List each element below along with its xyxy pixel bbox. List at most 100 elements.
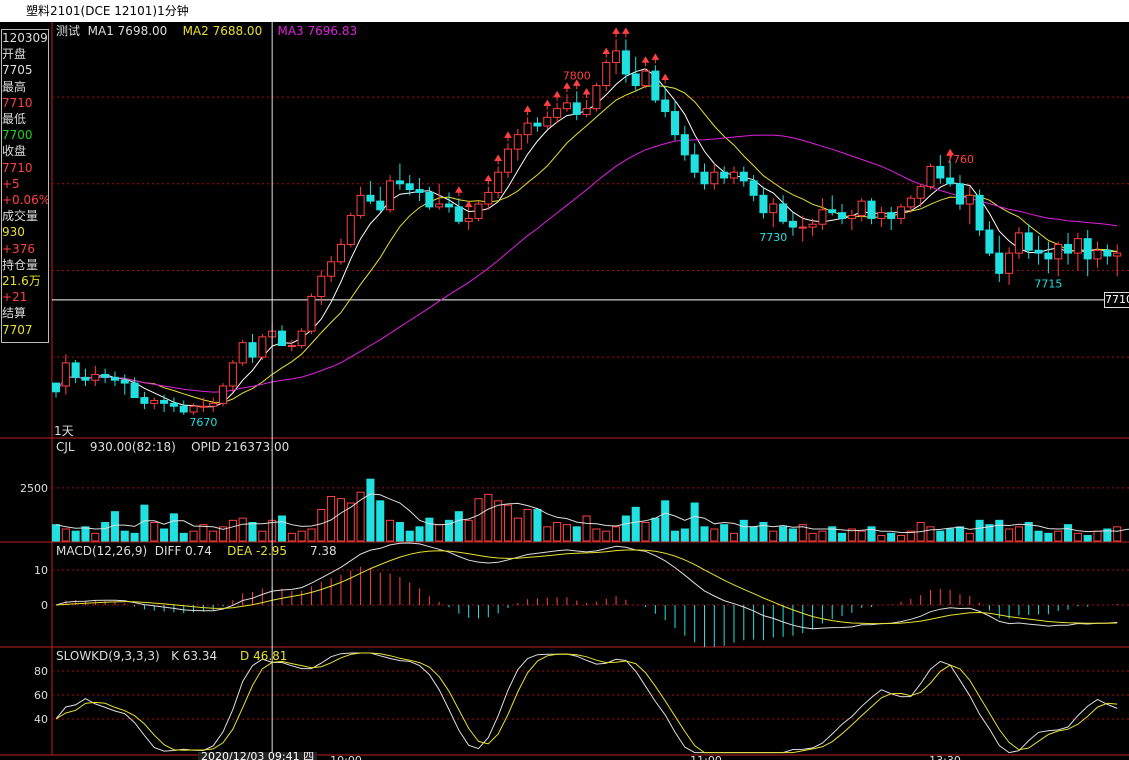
volume-bar [572,526,581,542]
volume-bar [788,528,797,542]
settle-value: 7707 [2,322,33,337]
candle-body [435,203,444,208]
volume-bar [729,532,739,542]
volume-bar [287,532,296,542]
macd-tick-label: 0 [41,599,48,612]
change-value: +5 [2,176,20,191]
chart-canvas[interactable]: 25001008060407800776077307715767010:0011… [0,0,1129,760]
close-label: 收盘 [2,144,27,159]
candle-body [602,61,611,87]
volume-bar [562,524,571,542]
candle-body [454,206,463,222]
oi-label: 持仓量 [2,257,39,272]
signal-arrow-icon [553,90,561,101]
volume-bar [405,530,414,542]
volume-bar [61,528,70,542]
price-annotation: 7800 [563,69,591,82]
volume-bar [1064,524,1073,542]
candle-body [503,148,513,173]
volume-bar [670,530,680,542]
volume-bar [946,528,955,542]
kd-indicator-name: SLOWKD(9,3,3,3) [56,649,160,663]
candle-body [91,373,100,381]
candle-body [1113,252,1122,257]
volume-bar [631,506,640,542]
candle-body [857,200,866,217]
candle-body [749,180,758,196]
volume-bar [582,515,591,542]
candle-body [336,243,345,263]
candle-body [985,229,994,254]
low-label: 最低 [2,112,27,127]
candle-body [356,194,365,217]
candle-body [926,165,935,188]
volume-bar [1073,532,1082,542]
candle-body [218,385,228,404]
volume-bar [238,517,247,542]
volume-bar [523,509,532,542]
candle-body [965,194,974,205]
candle-body [297,330,306,347]
candle-body [808,223,817,228]
candle-body [896,206,906,219]
kd-k-value: K 63.34 [171,649,218,663]
volume-bar [513,517,522,542]
kd-header: SLOWKD(9,3,3,3) K 63.34 D 46.81 [56,649,287,663]
volume-tick-label: 2500 [20,482,48,495]
volume-bar [1034,530,1043,542]
current-price-tag: 7710 [1104,292,1129,308]
signal-arrow-icon [464,200,473,211]
low-value: 7700 [2,128,33,143]
volume-bar [386,519,395,542]
volume-bar [258,530,267,542]
candle-body [238,342,247,364]
candle-body [415,189,424,193]
volume-bar [995,519,1004,542]
macd-dea-line [55,549,1118,625]
kd-d-line [55,652,1118,754]
candle-body [1024,232,1033,251]
candle-body [209,402,218,407]
volume-bar [896,535,906,542]
volume-bar [936,530,945,542]
volume-bar [160,528,169,542]
candle-body [1103,249,1112,257]
macd-tick-label: 10 [34,564,48,577]
volume-bar [454,511,463,542]
signal-arrow-icon [484,174,493,185]
volume-bar [592,528,601,542]
ma-line-3 [55,134,1118,393]
candle-body [395,180,404,185]
candle-body [1034,249,1043,254]
volume-bar [602,530,611,542]
volume-bar [317,509,326,542]
candle-body [1005,252,1014,274]
kd-d-value: D 46.81 [240,649,288,663]
time-axis-label: 11:00 [690,754,722,760]
volume-bar [474,498,483,542]
volume-indicator-name: CJL [56,440,75,454]
cursor-time-label: 2020/12/03 09:41 四 [198,752,318,760]
volume-label: 成交量 [2,209,39,224]
volume-bar [189,530,198,542]
candle-body [533,122,542,127]
oi-value: 21.6万 [2,274,41,289]
volume-bar [1083,535,1092,542]
candle-body [444,203,454,208]
candle-body [346,215,355,245]
candle-body [277,330,287,347]
open-label: 开盘 [2,47,27,62]
volume-bar [307,528,316,542]
volume-bar [484,493,493,542]
volume-bar [955,526,965,542]
volume-bar [887,532,896,542]
volume-bar [209,530,218,542]
price-annotation: 7715 [1034,277,1062,290]
price-annotation: 7760 [946,153,974,166]
signal-arrow-icon [504,131,512,142]
volume-bar [51,524,61,542]
candle-body [661,99,670,113]
kd-tick-label: 60 [34,689,48,702]
volume-ma-line [55,493,1129,533]
volume-bar [169,513,178,542]
